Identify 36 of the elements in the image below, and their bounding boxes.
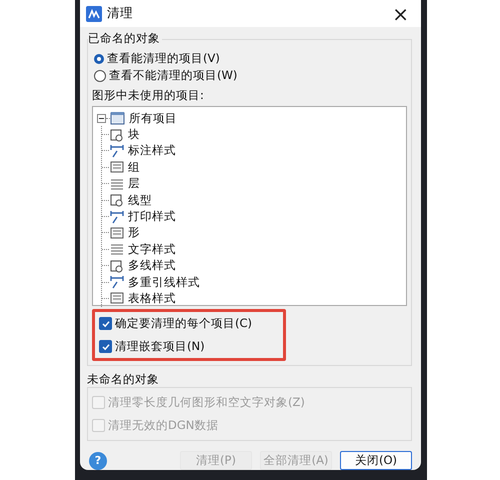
tree-item[interactable]: 形: [128, 225, 140, 240]
style-icon: [109, 275, 125, 290]
checkbox-option[interactable]: 清理嵌套项目(N): [99, 338, 279, 355]
tree-item[interactable]: 表格样式: [128, 290, 176, 306]
radio-option[interactable]: 查看能清理的项目(V): [94, 50, 407, 67]
dialog-button[interactable]: 关闭(O): [340, 451, 412, 470]
style-icon: [109, 242, 125, 256]
style-icon: [109, 193, 125, 208]
group-title: 已命名的对象: [88, 31, 162, 46]
window-title: 清理: [107, 5, 134, 22]
check-icon: [100, 318, 110, 328]
checkbox-option[interactable]: 确定要清理的每个项目(C): [99, 315, 279, 332]
app-icon: [86, 6, 102, 22]
collapse-icon[interactable]: [97, 114, 106, 123]
style-icon: [109, 258, 125, 273]
tree-item[interactable]: 所有项目: [129, 110, 177, 126]
tree-item[interactable]: 组: [128, 160, 140, 175]
radio-option[interactable]: 查看不能清理的项目(W): [94, 67, 407, 84]
style-icon: [109, 128, 125, 142]
tree-label: 图形中未使用的项目:: [92, 88, 205, 103]
close-button[interactable]: ×: [386, 2, 415, 26]
style-icon: [109, 144, 125, 158]
check-icon: [100, 342, 110, 352]
tree-item[interactable]: 线型: [128, 192, 152, 208]
tree-item[interactable]: 打印样式: [128, 209, 176, 224]
tree-item[interactable]: 层: [128, 176, 140, 192]
help-button[interactable]: ?: [89, 452, 107, 470]
style-icon: [109, 210, 125, 224]
tree-item[interactable]: 块: [128, 127, 140, 142]
tree-item[interactable]: 多重引线样式: [128, 274, 200, 290]
tree-item[interactable]: 标注样式: [128, 143, 176, 158]
style-icon: [109, 176, 125, 191]
tree-item[interactable]: 多线样式: [128, 258, 176, 274]
group-title: 未命名的对象: [87, 372, 159, 387]
tree-item[interactable]: 文字样式: [128, 242, 176, 257]
folder-icon: [110, 111, 126, 126]
